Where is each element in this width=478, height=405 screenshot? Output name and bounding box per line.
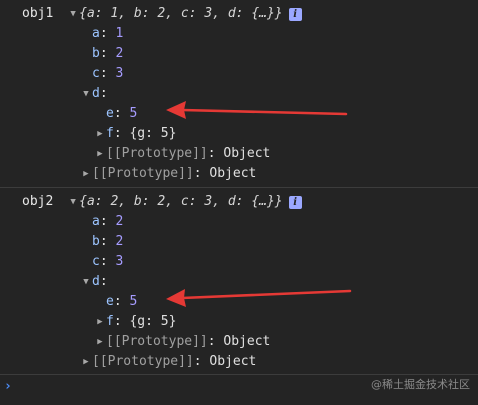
property-row: b: 2 [92, 46, 124, 61]
property-key: e [106, 106, 114, 121]
property-row: a: 2 [92, 214, 124, 229]
prototype-value: Object [209, 354, 257, 369]
property-key: d [92, 86, 100, 101]
collapse-triangle-icon[interactable]: ▶ [80, 352, 92, 372]
prototype-row[interactable]: ▶ [[Prototype]]: Object [80, 164, 256, 184]
prototype-value: Object [209, 166, 257, 181]
nested-object-row[interactable]: ▼ d: [80, 84, 107, 104]
collapsed-object-row[interactable]: ▶ f: {g: 5} [94, 124, 176, 144]
prototype-value: Object [223, 146, 271, 161]
collapse-triangle-icon[interactable]: ▶ [80, 164, 92, 184]
prototype-value: Object [223, 334, 271, 349]
property-key: d [92, 274, 100, 289]
collapse-triangle-icon[interactable]: ▶ [94, 124, 106, 144]
collapsed-object-row[interactable]: ▶ f: {g: 5} [94, 312, 176, 332]
property-row: b: 2 [92, 234, 124, 249]
property-key: f [106, 314, 114, 329]
property-value: 2 [115, 214, 124, 229]
property-row: c: 3 [92, 66, 124, 81]
property-key: f [106, 126, 114, 141]
collapse-triangle-icon[interactable]: ▶ [94, 312, 106, 332]
property-row: a: 1 [92, 26, 124, 41]
watermark: @稀土掘金技术社区 [371, 378, 470, 391]
collapse-triangle-icon[interactable]: ▶ [94, 144, 106, 164]
console-entry-obj2: obj2 ▼ {a: 2, b: 2, c: 3, d: {…}} i a: 2 b… [0, 188, 478, 374]
property-value: 1 [115, 26, 124, 41]
variable-name: obj1 [22, 6, 54, 21]
object-preview: {g: 5} [129, 314, 177, 329]
prototype-row[interactable]: ▶ [[Prototype]]: Object [80, 352, 256, 372]
property-key: b [92, 234, 100, 249]
expand-triangle-icon[interactable]: ▼ [67, 192, 79, 212]
property-value: 5 [129, 106, 138, 121]
expand-triangle-icon[interactable]: ▼ [80, 84, 92, 104]
property-row: e: 5 [106, 294, 138, 309]
prototype-key: [[Prototype]] [106, 334, 208, 349]
property-key: a [92, 214, 100, 229]
nested-object-row[interactable]: ▼ d: [80, 272, 107, 292]
prompt-chevron-icon: › [4, 379, 12, 394]
property-value: 5 [129, 294, 138, 309]
expand-triangle-icon[interactable]: ▼ [80, 272, 92, 292]
property-row: e: 5 [106, 106, 138, 121]
info-icon[interactable]: i [288, 196, 302, 209]
property-value: 2 [115, 46, 124, 61]
property-row: c: 3 [92, 254, 124, 269]
property-key: a [92, 26, 100, 41]
property-value: 2 [115, 234, 124, 249]
property-value: 3 [115, 254, 124, 269]
prototype-key: [[Prototype]] [106, 146, 208, 161]
property-key: c [92, 66, 100, 81]
console-entry-obj1: obj1 ▼ {a: 1, b: 2, c: 3, d: {…}} i a: 1 b… [0, 0, 478, 187]
info-icon[interactable]: i [288, 8, 302, 21]
prototype-key: [[Prototype]] [92, 354, 194, 369]
variable-name: obj2 [22, 194, 54, 209]
property-key: e [106, 294, 114, 309]
property-key: c [92, 254, 100, 269]
object-preview: {g: 5} [129, 126, 177, 141]
expand-triangle-icon[interactable]: ▼ [67, 4, 79, 24]
prototype-row[interactable]: ▶ [[Prototype]]: Object [94, 144, 270, 164]
property-value: 3 [115, 66, 124, 81]
object-preview: {a: 1, b: 2, c: 3, d: {…}} [79, 6, 283, 21]
object-summary-row[interactable]: obj1 ▼ {a: 1, b: 2, c: 3, d: {…}} i [22, 4, 302, 24]
prototype-key: [[Prototype]] [92, 166, 194, 181]
property-key: b [92, 46, 100, 61]
object-summary-row[interactable]: obj2 ▼ {a: 2, b: 2, c: 3, d: {…}} i [22, 192, 302, 212]
prototype-row[interactable]: ▶ [[Prototype]]: Object [94, 332, 270, 352]
collapse-triangle-icon[interactable]: ▶ [94, 332, 106, 352]
object-preview: {a: 2, b: 2, c: 3, d: {…}} [79, 194, 283, 209]
